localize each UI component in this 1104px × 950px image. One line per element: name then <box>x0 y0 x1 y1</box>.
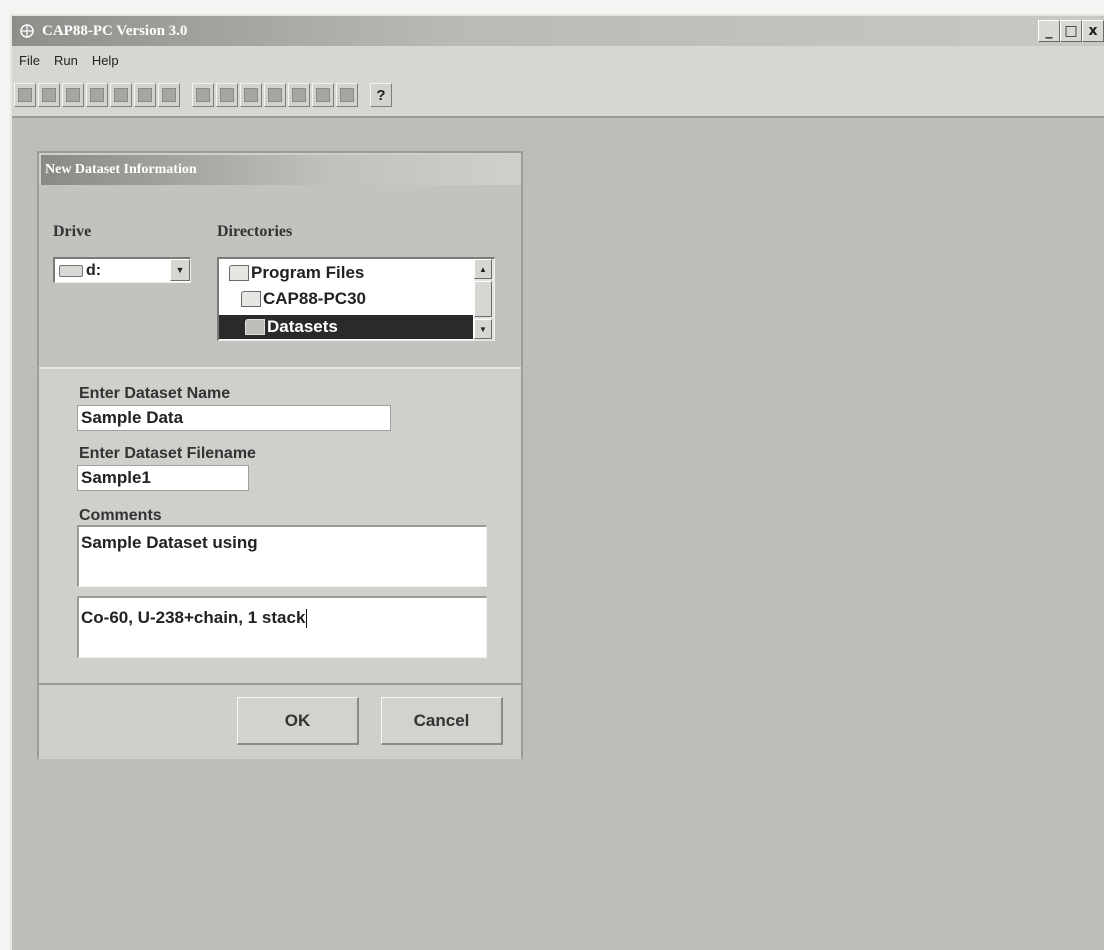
location-panel: Drive Directories d: ▼ Program Files CAP… <box>39 185 521 369</box>
drive-value: d: <box>86 261 102 279</box>
toolbar-button-12[interactable] <box>288 83 310 107</box>
toolbar-icon <box>18 88 32 102</box>
text-caret <box>306 609 308 629</box>
toolbar-icon <box>268 88 282 102</box>
app-icon <box>18 22 36 40</box>
toolbar-icon <box>244 88 258 102</box>
dataset-filename-label: Enter Dataset Filename <box>79 445 256 462</box>
print-icon <box>114 88 128 102</box>
toolbar-icon <box>316 88 330 102</box>
toolbar-button-10[interactable] <box>240 83 262 107</box>
drive-label: Drive <box>53 223 92 240</box>
button-panel: OK Cancel <box>39 683 521 759</box>
app-window: CAP88-PC Version 3.0 _ □ x File Run Help… <box>10 14 1104 950</box>
toolbar-icon <box>196 88 210 102</box>
scroll-down-button[interactable]: ▼ <box>474 319 492 339</box>
toolbar-button-9[interactable] <box>216 83 238 107</box>
open-folder-icon <box>229 265 249 281</box>
menu-bar: File Run Help <box>12 46 1104 74</box>
window-controls: _ □ x <box>1038 20 1104 42</box>
ok-button[interactable]: OK <box>237 697 359 745</box>
dataset-name-input[interactable]: Sample Data <box>77 405 391 431</box>
directory-item-datasets[interactable]: Datasets <box>219 315 473 339</box>
toolbar-button-1[interactable] <box>14 83 36 107</box>
directories-scrollbar[interactable]: ▲ ▼ <box>474 259 494 341</box>
comment-line-2-text: Co-60, U-238+chain, 1 stack <box>81 608 306 627</box>
directory-label: Program Files <box>251 263 365 282</box>
close-button[interactable]: x <box>1082 20 1104 42</box>
new-dataset-dialog: New Dataset Information Drive Directorie… <box>37 151 523 759</box>
toolbar-button-11[interactable] <box>264 83 286 107</box>
directories-label: Directories <box>217 223 293 240</box>
maximize-button[interactable]: □ <box>1060 20 1082 42</box>
new-file-button[interactable] <box>38 83 60 107</box>
drive-dropdown-button[interactable]: ▼ <box>170 259 190 281</box>
minimize-button[interactable]: _ <box>1038 20 1060 42</box>
directories-list[interactable]: Program Files CAP88-PC30 Datasets ▲ ▼ <box>217 257 495 341</box>
cancel-button[interactable]: Cancel <box>381 697 503 745</box>
comment-line-1-input[interactable]: Sample Dataset using <box>77 525 487 587</box>
directory-item-cap88-pc30[interactable]: CAP88-PC30 <box>241 287 366 311</box>
toolbar-icon <box>220 88 234 102</box>
chevron-down-icon: ▼ <box>175 265 185 275</box>
save-icon <box>90 88 104 102</box>
chevron-down-icon: ▼ <box>479 324 487 334</box>
menu-help[interactable]: Help <box>85 53 126 68</box>
save-button[interactable] <box>86 83 108 107</box>
help-topics-icon <box>138 88 152 102</box>
open-folder-icon <box>241 291 261 307</box>
dataset-name-label: Enter Dataset Name <box>79 385 231 402</box>
directory-label: Datasets <box>267 317 338 336</box>
toolbar-button-8[interactable] <box>192 83 214 107</box>
directory-item-program-files[interactable]: Program Files <box>229 261 364 285</box>
scroll-up-button[interactable]: ▲ <box>474 259 492 279</box>
preview-button[interactable] <box>158 83 180 107</box>
preview-icon <box>162 88 176 102</box>
open-file-button[interactable] <box>62 83 84 107</box>
help-button[interactable]: ? <box>370 83 392 107</box>
window-title: CAP88-PC Version 3.0 <box>42 22 188 39</box>
new-file-icon <box>42 88 56 102</box>
title-bar: CAP88-PC Version 3.0 _ □ x <box>12 16 1104 46</box>
help-topics-button[interactable] <box>134 83 156 107</box>
open-folder-icon <box>66 88 80 102</box>
toolbar-button-14[interactable] <box>336 83 358 107</box>
toolbar-icon <box>340 88 354 102</box>
chevron-up-icon: ▲ <box>479 264 487 274</box>
scroll-thumb[interactable] <box>474 281 492 317</box>
directory-label: CAP88-PC30 <box>263 289 366 308</box>
comments-label: Comments <box>79 507 162 524</box>
print-button[interactable] <box>110 83 132 107</box>
dialog-title: New Dataset Information <box>41 155 519 185</box>
toolbar: ? <box>12 74 1104 118</box>
comment-line-2-input[interactable]: Co-60, U-238+chain, 1 stack <box>77 596 487 658</box>
dataset-filename-input[interactable]: Sample1 <box>77 465 249 491</box>
open-folder-icon <box>245 319 265 335</box>
menu-file[interactable]: File <box>12 53 47 68</box>
drive-icon <box>59 264 83 277</box>
menu-run[interactable]: Run <box>47 53 85 68</box>
toolbar-icon <box>292 88 306 102</box>
help-icon: ? <box>376 86 386 104</box>
toolbar-button-13[interactable] <box>312 83 334 107</box>
drive-select[interactable]: d: ▼ <box>53 257 191 283</box>
